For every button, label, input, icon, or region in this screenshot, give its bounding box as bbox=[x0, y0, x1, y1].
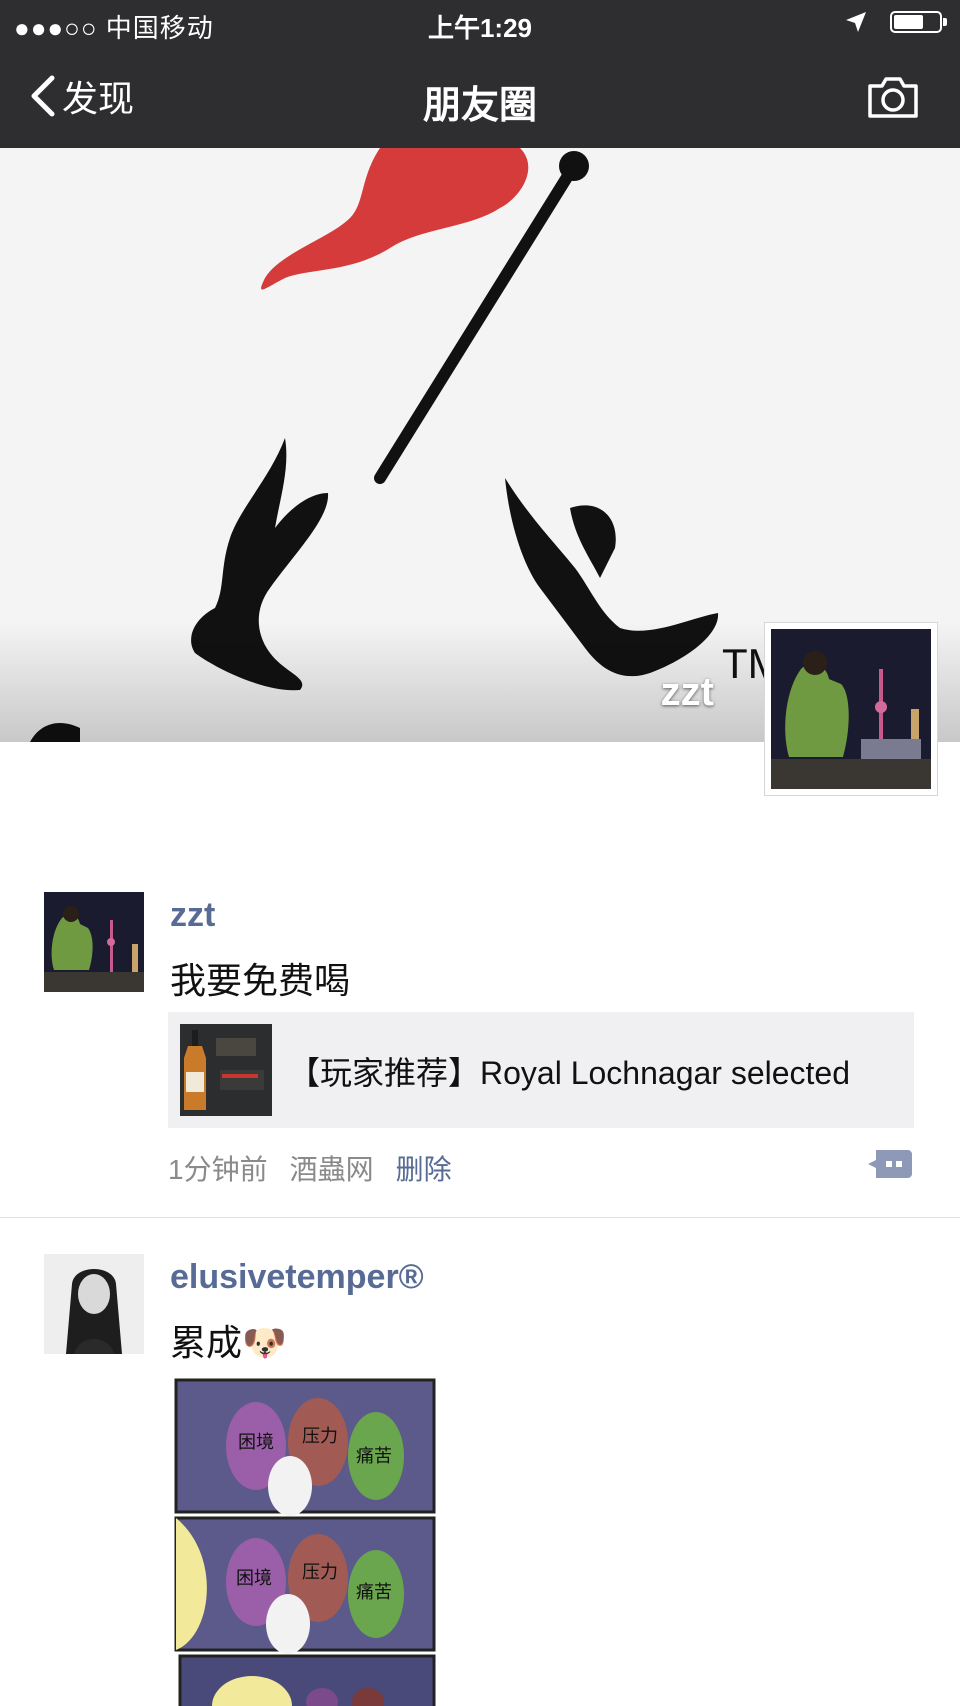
divider bbox=[0, 1217, 960, 1218]
avatar[interactable] bbox=[44, 892, 144, 992]
avatar-photo-image bbox=[44, 892, 144, 992]
post-time: 1分钟前 bbox=[168, 1154, 268, 1185]
owner-name[interactable]: zzt bbox=[661, 670, 714, 715]
post-text: 累成🐶 bbox=[170, 1322, 287, 1363]
shared-link-card[interactable]: 【玩家推荐】Royal Lochnagar selected bbox=[168, 1012, 914, 1128]
delete-button[interactable]: 删除 bbox=[396, 1154, 452, 1185]
post-author-name[interactable]: elusivetemper® bbox=[170, 1258, 424, 1297]
link-title: 【玩家推荐】Royal Lochnagar selected bbox=[288, 1055, 851, 1091]
comic-label: 困境 bbox=[238, 1432, 274, 1453]
nav-bar: 发现 朋友圈 bbox=[0, 48, 960, 148]
whisky-bottle-image bbox=[180, 1024, 272, 1116]
post-meta: 1分钟前 酒蟲网 删除 bbox=[168, 1148, 474, 1188]
post-text: 我要免费喝 bbox=[170, 960, 351, 1001]
comic-label: 压力 bbox=[302, 1426, 338, 1447]
post-source[interactable]: 酒蟲网 bbox=[290, 1154, 374, 1185]
avatar-photo-image bbox=[771, 629, 931, 789]
battery-icon bbox=[890, 11, 947, 33]
post-image[interactable]: 困境 压力 痛苦 困境 压力 痛苦 bbox=[172, 1376, 438, 1706]
link-thumbnail bbox=[180, 1024, 272, 1116]
avatar-photo-image bbox=[44, 1254, 144, 1354]
comic-label: 困境 bbox=[236, 1568, 272, 1589]
comic-label: 压力 bbox=[302, 1562, 338, 1583]
avatar[interactable] bbox=[44, 1254, 144, 1354]
post-author-name[interactable]: zzt bbox=[170, 896, 215, 935]
comic-label: 痛苦 bbox=[356, 1446, 392, 1467]
comic-label: 痛苦 bbox=[356, 1582, 392, 1603]
camera-icon[interactable] bbox=[866, 74, 920, 120]
top-bar: ●●●○○ 中国移动 上午1:29 发现 朋友圈 bbox=[0, 0, 960, 148]
status-bar: ●●●○○ 中国移动 上午1:29 bbox=[0, 0, 960, 48]
owner-avatar[interactable] bbox=[764, 622, 938, 796]
comment-more-icon[interactable] bbox=[866, 1148, 912, 1180]
location-arrow-icon bbox=[846, 12, 866, 32]
comic-image: 困境 压力 痛苦 困境 压力 痛苦 bbox=[172, 1376, 438, 1706]
status-time: 上午1:29 bbox=[427, 13, 533, 43]
page-title: 朋友圈 bbox=[422, 85, 537, 127]
